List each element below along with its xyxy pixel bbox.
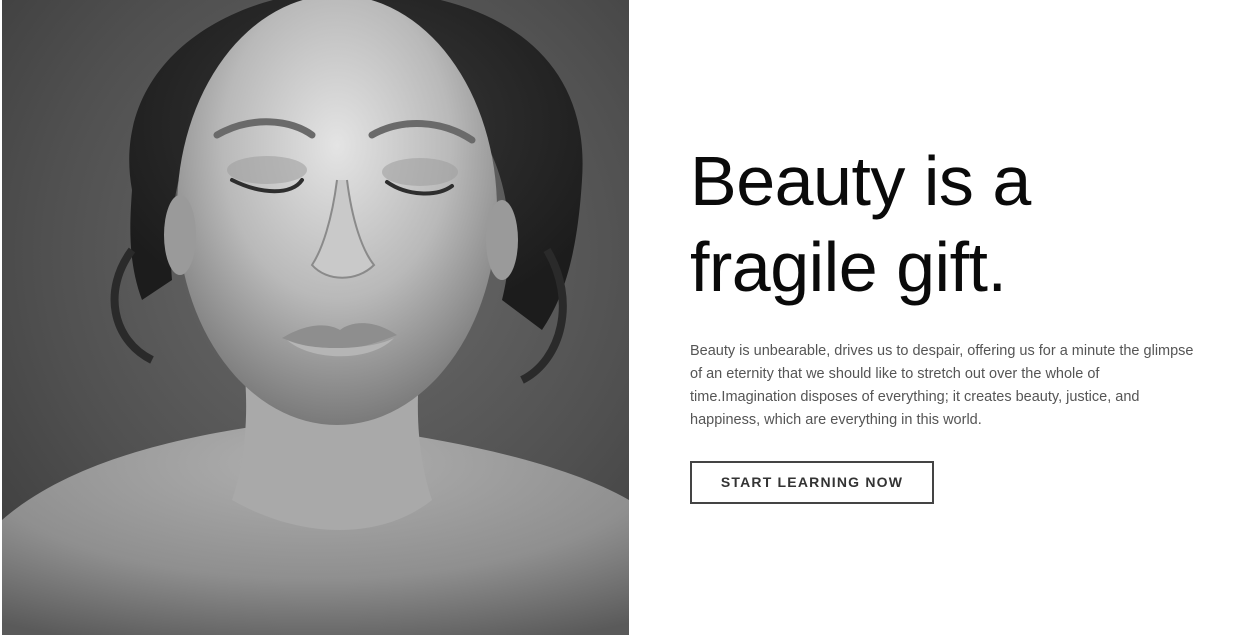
headline-line-2: fragile gift. bbox=[690, 228, 1007, 306]
hero-description: Beauty is unbearable, drives us to despa… bbox=[690, 343, 1194, 428]
hero-section: Beauty is a fragile gift. Beauty is unbe… bbox=[0, 0, 1254, 635]
hero-content: Beauty is a fragile gift. Beauty is unbe… bbox=[690, 138, 1210, 504]
portrait-image bbox=[2, 0, 629, 635]
page-title: Beauty is a fragile gift. bbox=[690, 138, 1210, 310]
portrait-illustration bbox=[2, 0, 629, 635]
headline-line-1: Beauty is a bbox=[690, 142, 1031, 220]
start-learning-button[interactable]: START LEARNING NOW bbox=[690, 461, 934, 504]
